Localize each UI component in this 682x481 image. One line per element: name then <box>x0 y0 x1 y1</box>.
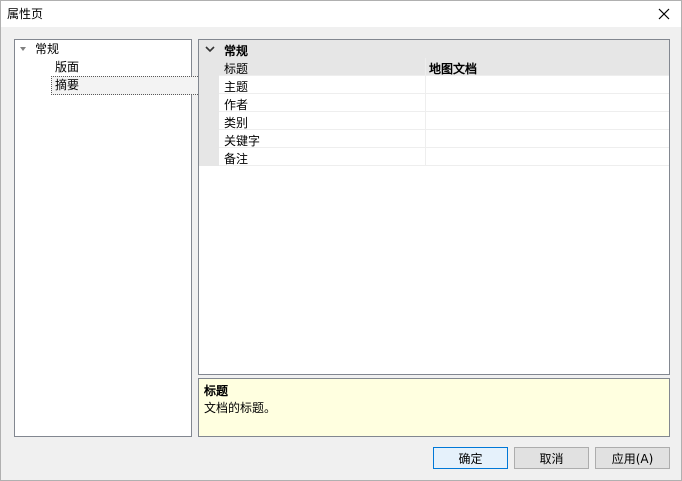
column-divider <box>425 94 426 112</box>
apply-button[interactable]: 应用(A) <box>595 447 670 469</box>
close-button[interactable] <box>647 1 681 27</box>
tree-item-layout[interactable]: 版面 <box>51 58 191 76</box>
ok-button[interactable]: 确定 <box>433 447 508 469</box>
column-divider <box>425 76 426 94</box>
property-row-keywords[interactable]: 关键字 <box>219 130 669 148</box>
triangle-expanded-icon[interactable] <box>19 45 27 53</box>
description-text: 文档的标题。 <box>204 401 277 415</box>
column-divider <box>425 130 426 148</box>
column-divider <box>425 58 426 76</box>
tree-item-summary[interactable]: 摘要 <box>51 76 204 95</box>
column-divider <box>425 148 426 166</box>
chevron-down-icon[interactable] <box>205 44 215 54</box>
page-tree: 常规 版面 摘要 <box>14 39 204 437</box>
close-icon <box>658 8 670 20</box>
properties-dialog: 属性页 常规 版面 摘要 常规 标题 地图文档 主题 作者 类别 关键字 备注 … <box>0 0 682 481</box>
window-title: 属性页 <box>7 7 44 21</box>
tree-item-general[interactable]: 常规 <box>15 40 191 58</box>
property-grid: 常规 标题 地图文档 主题 作者 类别 关键字 备注 <box>198 39 670 375</box>
property-name: 类别 <box>224 116 249 130</box>
property-value[interactable]: 地图文档 <box>429 60 477 77</box>
column-divider <box>425 112 426 130</box>
property-name: 主题 <box>224 80 249 94</box>
category-label: 常规 <box>224 44 249 58</box>
cancel-button[interactable]: 取消 <box>514 447 589 469</box>
category-row-general[interactable]: 常规 <box>199 40 669 58</box>
tree-item-label: 版面 <box>55 60 80 74</box>
property-name: 标题 <box>224 62 249 76</box>
property-row-title[interactable]: 标题 地图文档 <box>219 58 669 76</box>
property-row-author[interactable]: 作者 <box>219 94 669 112</box>
description-title: 标题 <box>204 384 229 398</box>
property-name: 关键字 <box>224 134 261 148</box>
tree-item-label: 常规 <box>35 42 60 56</box>
grid-gutter <box>199 58 219 166</box>
property-row-category[interactable]: 类别 <box>219 112 669 130</box>
description-panel: 标题 文档的标题。 <box>198 378 670 437</box>
property-name: 备注 <box>224 152 249 166</box>
tree-item-label: 摘要 <box>55 78 80 92</box>
property-row-subject[interactable]: 主题 <box>219 76 669 94</box>
title-bar: 属性页 <box>1 1 681 27</box>
property-row-comments[interactable]: 备注 <box>219 148 669 166</box>
property-name: 作者 <box>224 98 249 112</box>
